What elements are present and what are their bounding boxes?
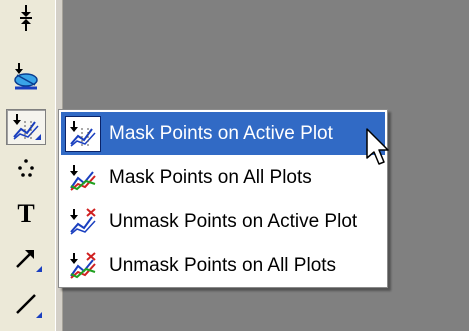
unmask-points-active-icon (63, 202, 103, 242)
line-tool-button[interactable] (6, 286, 46, 322)
menu-item-label: Mask Points on Active Plot (109, 122, 333, 144)
menu-item-mask-all[interactable]: Mask Points on All Plots (61, 156, 385, 199)
data-reader-tool-button[interactable] (6, 0, 46, 36)
menu-item-label: Mask Points on All Plots (109, 166, 312, 188)
menu-item-mask-active[interactable]: Mask Points on Active Plot (61, 112, 385, 155)
mask-region-icon (11, 61, 41, 91)
arrow-tool-button[interactable] (6, 240, 46, 276)
scatter-points-tool-button[interactable] (6, 150, 46, 186)
submenu-indicator-icon (36, 266, 42, 272)
mask-region-tool-button[interactable] (6, 58, 46, 94)
left-toolbar: T (0, 0, 55, 331)
submenu-indicator-icon (35, 134, 41, 140)
submenu-indicator-icon (36, 312, 42, 318)
unmask-points-all-icon (63, 246, 103, 286)
mouse-cursor-icon (366, 128, 392, 175)
mask-points-active-icon (63, 114, 103, 154)
text-tool-icon: T (17, 199, 35, 228)
mask-points-tool-button[interactable] (6, 109, 46, 145)
menu-item-label: Unmask Points on Active Plot (109, 210, 358, 232)
data-reader-icon (12, 3, 40, 33)
menu-item-unmask-active[interactable]: Unmask Points on Active Plot (61, 200, 385, 243)
scatter-points-icon (15, 157, 37, 179)
menu-item-label: Unmask Points on All Plots (109, 254, 337, 276)
mask-points-flyout-menu: Mask Points on Active Plot Mask Points o… (58, 109, 388, 288)
mask-points-all-icon (63, 158, 103, 198)
menu-item-unmask-all[interactable]: Unmask Points on All Plots (61, 244, 385, 287)
text-tool-button[interactable]: T (6, 196, 46, 232)
